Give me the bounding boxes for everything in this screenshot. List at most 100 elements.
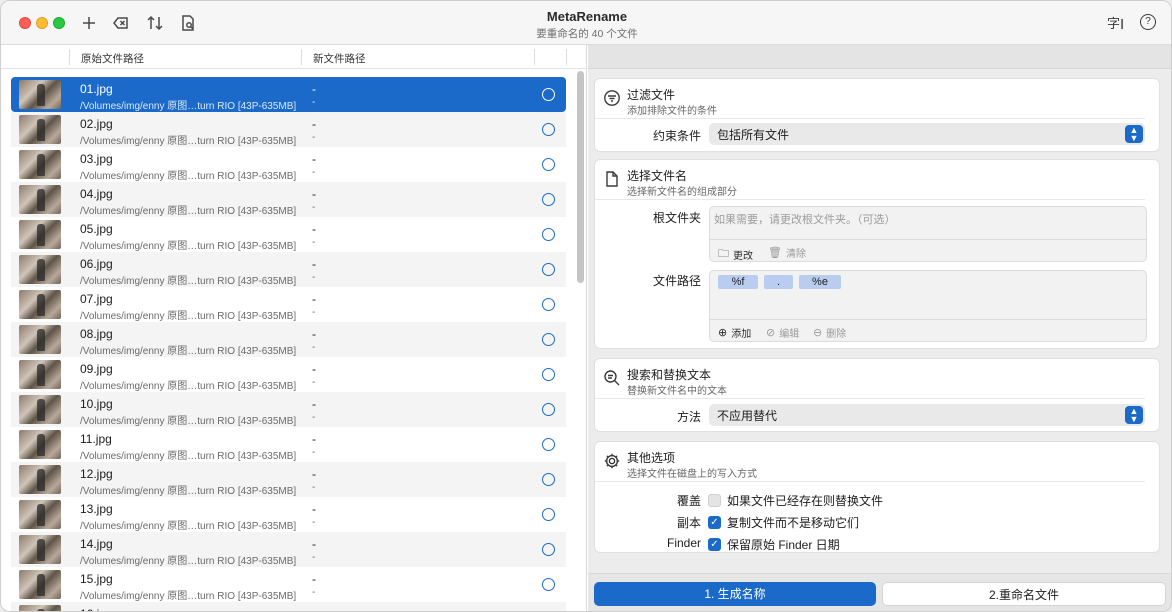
- file-thumbnail: [19, 570, 61, 599]
- file-row[interactable]: 08.jpg/Volumes/img/enny 原图…turn RIO [43P…: [11, 322, 566, 357]
- file-path: /Volumes/img/enny 原图…turn RIO [43P-635MB…: [80, 521, 297, 532]
- filter-card-header: 过滤文件 添加排除文件的条件: [595, 79, 1145, 119]
- file-path: /Volumes/img/enny 原图…turn RIO [43P-635MB…: [80, 416, 297, 427]
- file-row[interactable]: 16.jpg: [11, 602, 566, 611]
- generate-names-button[interactable]: 1. 生成名称: [594, 582, 876, 606]
- file-name: 03.jpg: [80, 152, 113, 166]
- file-row[interactable]: 02.jpg/Volumes/img/enny 原图…turn RIO [43P…: [11, 112, 566, 147]
- file-name: 02.jpg: [80, 117, 113, 131]
- file-row[interactable]: 14.jpg/Volumes/img/enny 原图…turn RIO [43P…: [11, 532, 566, 567]
- token-extension[interactable]: %e: [799, 275, 841, 289]
- search-text-icon: [603, 369, 621, 387]
- copy-option[interactable]: ✓ 复制文件而不是移动它们: [708, 514, 859, 531]
- delete-token-button[interactable]: ⊖ 删除: [813, 325, 846, 340]
- chevron-updown-icon: ▲ ▼: [1125, 406, 1143, 424]
- file-path: /Volumes/img/enny 原图…turn RIO [43P-635MB…: [80, 556, 297, 567]
- new-file-path: -: [312, 342, 316, 353]
- file-row[interactable]: 10.jpg/Volumes/img/enny 原图…turn RIO [43P…: [11, 392, 566, 427]
- new-file-path: -: [312, 272, 316, 283]
- file-thumbnail: [19, 465, 61, 494]
- new-path-header[interactable]: 新文件路径: [313, 51, 366, 66]
- new-file-name: -: [312, 572, 316, 586]
- new-file-name: -: [312, 187, 316, 201]
- finder-label: Finder: [666, 536, 701, 550]
- text-cursor-glyph: 字: [1107, 16, 1121, 31]
- file-thumbnail: [19, 500, 61, 529]
- root-folder-placeholder[interactable]: 如果需要，请更改根文件夹。（可选）: [714, 211, 896, 227]
- file-path: /Volumes/img/enny 原图…turn RIO [43P-635MB…: [80, 171, 297, 182]
- constraint-value: 包括所有文件: [717, 128, 790, 142]
- status-circle-icon: [542, 543, 555, 556]
- new-file-path: -: [312, 202, 316, 213]
- new-file-name: -: [312, 222, 316, 236]
- file-row[interactable]: 11.jpg/Volumes/img/enny 原图…turn RIO [43P…: [11, 427, 566, 462]
- file-row[interactable]: 07.jpg/Volumes/img/enny 原图…turn RIO [43P…: [11, 287, 566, 322]
- method-label: 方法: [676, 410, 701, 424]
- file-path: /Volumes/img/enny 原图…turn RIO [43P-635MB…: [80, 136, 297, 147]
- file-row[interactable]: 05.jpg/Volumes/img/enny 原图…turn RIO [43P…: [11, 217, 566, 252]
- status-circle-icon: [542, 578, 555, 591]
- overwrite-text: 如果文件已经存在则替换文件: [727, 494, 884, 508]
- window-subtitle: 要重命名的 40 个文件: [536, 28, 638, 40]
- file-list-scrollbar[interactable]: [577, 71, 585, 611]
- file-thumbnail: [19, 430, 61, 459]
- method-select[interactable]: 不应用替代 ▲ ▼: [709, 404, 1145, 426]
- file-row[interactable]: 15.jpg/Volumes/img/enny 原图…turn RIO [43P…: [11, 567, 566, 602]
- status-circle-icon: [542, 88, 555, 101]
- copy-text: 复制文件而不是移动它们: [727, 516, 860, 530]
- token-filename[interactable]: %f: [718, 275, 758, 289]
- file-row[interactable]: 06.jpg/Volumes/img/enny 原图…turn RIO [43P…: [11, 252, 566, 287]
- status-circle-icon: [542, 333, 555, 346]
- rename-files-button[interactable]: 2.重命名文件: [882, 582, 1166, 606]
- file-row[interactable]: 01.jpg/Volumes/img/enny 原图…turn RIO [43P…: [11, 77, 566, 112]
- select-name-card-header: 选择文件名 选择新文件名的组成部分: [595, 160, 1145, 200]
- overwrite-option[interactable]: 如果文件已经存在则替换文件: [708, 492, 883, 509]
- new-file-name: -: [312, 152, 316, 166]
- file-row[interactable]: 03.jpg/Volumes/img/enny 原图…turn RIO [43P…: [11, 147, 566, 182]
- finder-text: 保留原始 Finder 日期: [727, 538, 840, 552]
- file-list: 01.jpg/Volumes/img/enny 原图…turn RIO [43P…: [11, 77, 566, 611]
- new-file-name: -: [312, 292, 316, 306]
- help-icon[interactable]: ?: [1140, 14, 1156, 30]
- file-path: /Volumes/img/enny 原图…turn RIO [43P-635MB…: [80, 276, 297, 287]
- file-name: 05.jpg: [80, 222, 113, 236]
- original-path-header[interactable]: 原始文件路径: [81, 51, 144, 66]
- file-path-actions: ⊕ 添加 ⊘ 编辑 ⊖ 删除: [710, 319, 1146, 341]
- edit-token-button[interactable]: ⊘ 编辑: [766, 325, 799, 340]
- finder-checkbox[interactable]: ✓: [708, 538, 721, 551]
- root-folder-actions: 🗀 更改 🗑 清除: [710, 239, 1146, 264]
- scroll-thumb[interactable]: [577, 71, 584, 283]
- constraint-select[interactable]: 包括所有文件 ▲ ▼: [709, 123, 1145, 145]
- file-thumbnail: [19, 360, 61, 389]
- file-thumbnail: [19, 220, 61, 249]
- file-row[interactable]: 13.jpg/Volumes/img/enny 原图…turn RIO [43P…: [11, 497, 566, 532]
- file-name: 11.jpg: [80, 432, 112, 446]
- new-file-name: -: [312, 397, 316, 411]
- root-folder-label: 根文件夹: [652, 211, 701, 225]
- file-path: /Volumes/img/enny 原图…turn RIO [43P-635MB…: [80, 206, 297, 217]
- clear-root-button[interactable]: 🗑 清除: [768, 245, 806, 260]
- new-file-name: -: [312, 467, 316, 481]
- file-path: /Volumes/img/enny 原图…turn RIO [43P-635MB…: [80, 311, 297, 322]
- trash-icon: 🗑: [768, 247, 782, 259]
- status-circle-icon: [542, 263, 555, 276]
- finder-option[interactable]: ✓ 保留原始 Finder 日期: [708, 536, 840, 553]
- text-cursor-icon[interactable]: 字I: [1107, 13, 1124, 33]
- plus-circle-icon: ⊕: [718, 327, 728, 339]
- new-file-path: -: [312, 587, 316, 598]
- overwrite-checkbox[interactable]: [708, 494, 721, 507]
- status-circle-icon: [542, 228, 555, 241]
- file-row[interactable]: 12.jpg/Volumes/img/enny 原图…turn RIO [43P…: [11, 462, 566, 497]
- add-token-button[interactable]: ⊕ 添加: [718, 325, 751, 340]
- copy-checkbox[interactable]: ✓: [708, 516, 721, 529]
- new-file-path: -: [312, 482, 316, 493]
- change-root-label: 更改: [733, 251, 753, 262]
- token-dot[interactable]: .: [764, 275, 793, 289]
- status-circle-icon: [542, 508, 555, 521]
- file-row[interactable]: 09.jpg/Volumes/img/enny 原图…turn RIO [43P…: [11, 357, 566, 392]
- settings-header: [588, 45, 1171, 69]
- file-thumbnail: [19, 290, 61, 319]
- select-name-card: 选择文件名 选择新文件名的组成部分 根文件夹 如果需要，请更改根文件夹。（可选）…: [594, 159, 1160, 349]
- change-root-button[interactable]: 🗀 更改: [718, 245, 753, 264]
- file-row[interactable]: 04.jpg/Volumes/img/enny 原图…turn RIO [43P…: [11, 182, 566, 217]
